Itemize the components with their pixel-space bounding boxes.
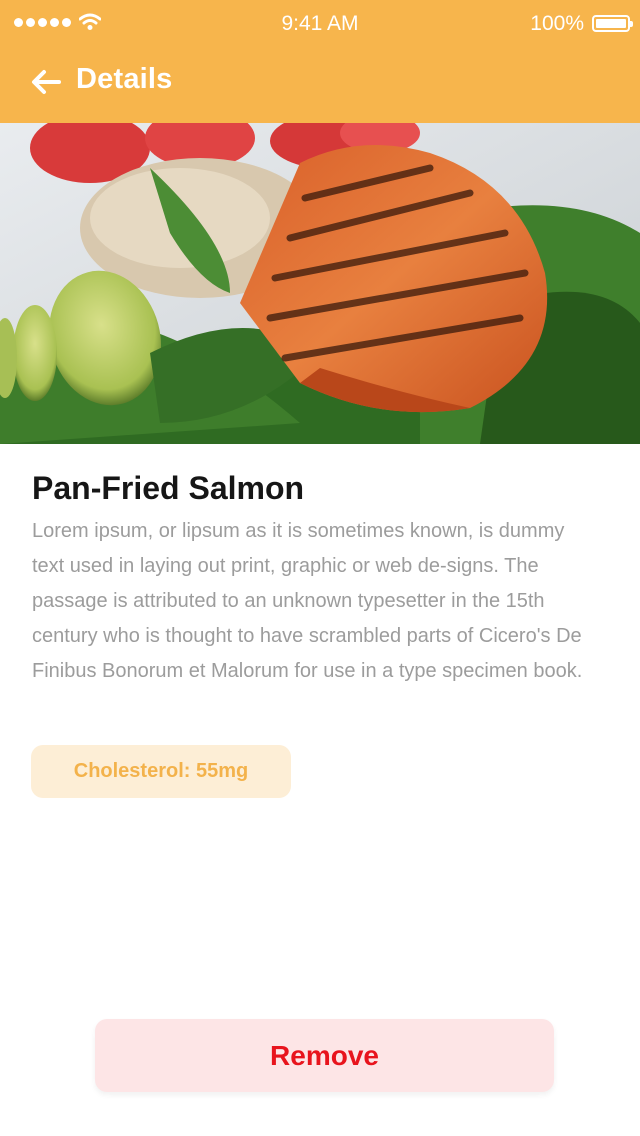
page-title: Details — [76, 63, 173, 95]
app-header: 9:41 AM 100% Details — [0, 0, 640, 123]
arrow-left-icon — [32, 70, 61, 94]
dish-title: Pan-Fried Salmon — [32, 470, 305, 506]
dish-description: Lorem ipsum, or lipsum as it is sometime… — [32, 520, 583, 682]
remove-button[interactable]: Remove — [95, 1019, 554, 1092]
back-button[interactable] — [26, 64, 66, 100]
dish-details: Pan-Fried Salmon Lorem ipsum, or lipsum … — [32, 466, 592, 689]
dish-photo — [0, 123, 640, 444]
battery-icon — [592, 15, 633, 32]
status-bar: 9:41 AM 100% — [0, 0, 640, 48]
nav-bar: Details — [0, 48, 640, 123]
battery-percentage: 100% — [530, 12, 584, 35]
cholesterol-badge: Cholesterol: 55mg — [31, 745, 291, 798]
